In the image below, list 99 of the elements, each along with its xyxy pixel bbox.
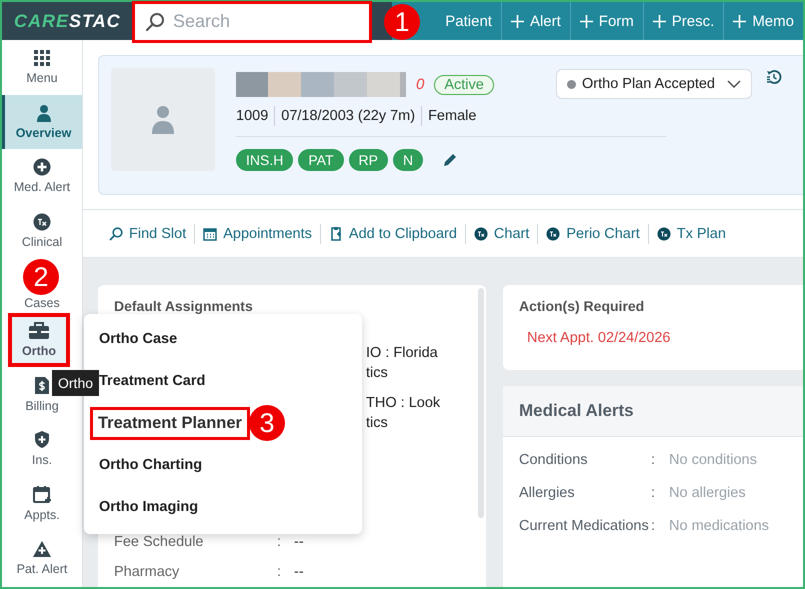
search-icon [109, 226, 123, 240]
toolbar-button[interactable]: Appointments [199, 226, 316, 242]
dropdown-option[interactable]: Ortho Imaging [99, 499, 198, 515]
colon: : [651, 452, 656, 468]
bill-icon [34, 376, 50, 395]
prescription-icon [546, 226, 560, 240]
tag[interactable]: RP [348, 149, 388, 171]
grid-icon [33, 49, 51, 68]
shield-icon [34, 430, 50, 450]
card-title: Default Assignments [114, 297, 254, 315]
action-button[interactable]: Patient [436, 2, 501, 40]
field-value: -- [294, 564, 304, 580]
field-value: No allergies [669, 484, 746, 503]
sidebar-label: Pat. Alert [16, 562, 68, 576]
status-pill: Active [434, 74, 494, 94]
patient-id: 1009 [236, 108, 268, 124]
sidebar-item[interactable]: Cases 2 [2, 258, 82, 312]
toolbar-button[interactable]: Add to Clipboard [324, 226, 461, 242]
history-icon[interactable] [766, 69, 782, 85]
colon: : [651, 518, 656, 534]
assignment-text: tics [366, 414, 388, 433]
toolbar-button[interactable]: Chart [470, 226, 534, 242]
gender: Female [428, 108, 476, 124]
sidebar-item[interactable]: Ortho [8, 312, 70, 367]
chevron-down-icon [727, 80, 741, 88]
warning-icon [32, 540, 52, 558]
scrollbar[interactable] [478, 288, 484, 518]
dropdown-option[interactable]: Ortho Charting [99, 457, 202, 473]
card-title: Action(s) Required [519, 298, 646, 314]
colon: : [277, 534, 282, 550]
plan-status-dropdown[interactable]: Ortho Plan Accepted [556, 69, 752, 99]
sidebar-label: Med. Alert [14, 180, 70, 194]
field-label: Pharmacy [114, 564, 180, 580]
toolbar-button[interactable]: Find Slot [105, 226, 190, 242]
plus-icon [652, 14, 666, 28]
assignment-text: IO : Florida [366, 344, 438, 363]
tag[interactable]: PAT [298, 149, 344, 171]
plus-icon [580, 14, 593, 28]
sidebar-label: Billing [25, 398, 59, 413]
dropdown-option[interactable]: Treatment Card [99, 373, 206, 389]
plus-icon [733, 14, 746, 28]
action-item[interactable]: Next Appt. 02/24/2026 [527, 330, 670, 346]
calendar-icon [32, 484, 52, 504]
sidebar-item[interactable]: Overview [2, 94, 82, 149]
sidebar-item[interactable]: Appts. [2, 476, 82, 530]
colon: : [651, 485, 656, 501]
briefcase-icon [28, 322, 50, 340]
sidebar-label: Cases [24, 296, 60, 310]
dropdown-option[interactable]: Treatment Planner [90, 406, 250, 440]
sidebar-label: Overview [16, 126, 72, 140]
sidebar-label: Ins. [32, 453, 52, 468]
prescription-icon [474, 226, 488, 240]
person-icon [36, 104, 52, 122]
status-dot [567, 80, 576, 88]
action-button[interactable]: Form [570, 2, 643, 40]
field-label: Conditions [519, 451, 589, 470]
field-value: No conditions [669, 451, 757, 470]
logo: CARESTAC [14, 10, 122, 32]
dropdown-option[interactable]: Ortho Case [99, 331, 178, 347]
sidebar-item[interactable]: Pat. Alert [2, 530, 82, 585]
action-button[interactable]: Memo [723, 2, 803, 40]
tooltip: Ortho [52, 370, 100, 396]
colon: : [277, 564, 282, 580]
search-icon [145, 12, 165, 32]
tag[interactable]: N [392, 149, 424, 171]
assignment-text: tics [366, 364, 388, 383]
person-icon [151, 104, 175, 134]
sidebar-item[interactable]: Med. Alert [2, 149, 82, 204]
field-label: Fee Schedule [114, 534, 204, 550]
flag-text: 0 [416, 76, 424, 93]
callout-badge: 2 [23, 259, 59, 295]
sidebar-item[interactable]: Menu [2, 40, 82, 94]
toolbar-button[interactable]: Tx Plan [652, 226, 730, 242]
card-title: Medical Alerts [519, 401, 634, 421]
calendar-icon [203, 226, 218, 240]
pencil-icon[interactable] [442, 152, 458, 168]
sidebar-label: Ortho [22, 344, 56, 358]
search-box[interactable]: Search [132, 0, 372, 42]
field-label: Allergies [519, 484, 576, 503]
callout-badge: 3 [249, 405, 285, 441]
field-value: No medications [669, 517, 769, 536]
clipboard-icon [328, 226, 343, 241]
field-value: -- [294, 534, 304, 550]
prescription-icon [33, 212, 51, 231]
field-label: Current Medications [519, 517, 650, 536]
plus-icon [33, 158, 51, 176]
sidebar-label: Menu [26, 71, 58, 86]
sidebar-label: Clinical [22, 234, 62, 249]
sidebar-item[interactable]: Clinical [2, 204, 82, 258]
plus-icon [510, 14, 524, 28]
sidebar-item[interactable]: Ins. [2, 422, 82, 476]
tag[interactable]: INS.H [236, 149, 294, 171]
assignment-text: THO : Look [366, 394, 440, 413]
sidebar-label: Appts. [24, 508, 60, 522]
birth-date: 07/18/2003 (22y 7m) [281, 108, 416, 124]
action-button[interactable]: Alert [500, 2, 570, 40]
toolbar-button[interactable]: Perio Chart [542, 226, 644, 242]
prescription-icon [656, 226, 671, 240]
action-button[interactable]: Presc. [642, 2, 724, 40]
